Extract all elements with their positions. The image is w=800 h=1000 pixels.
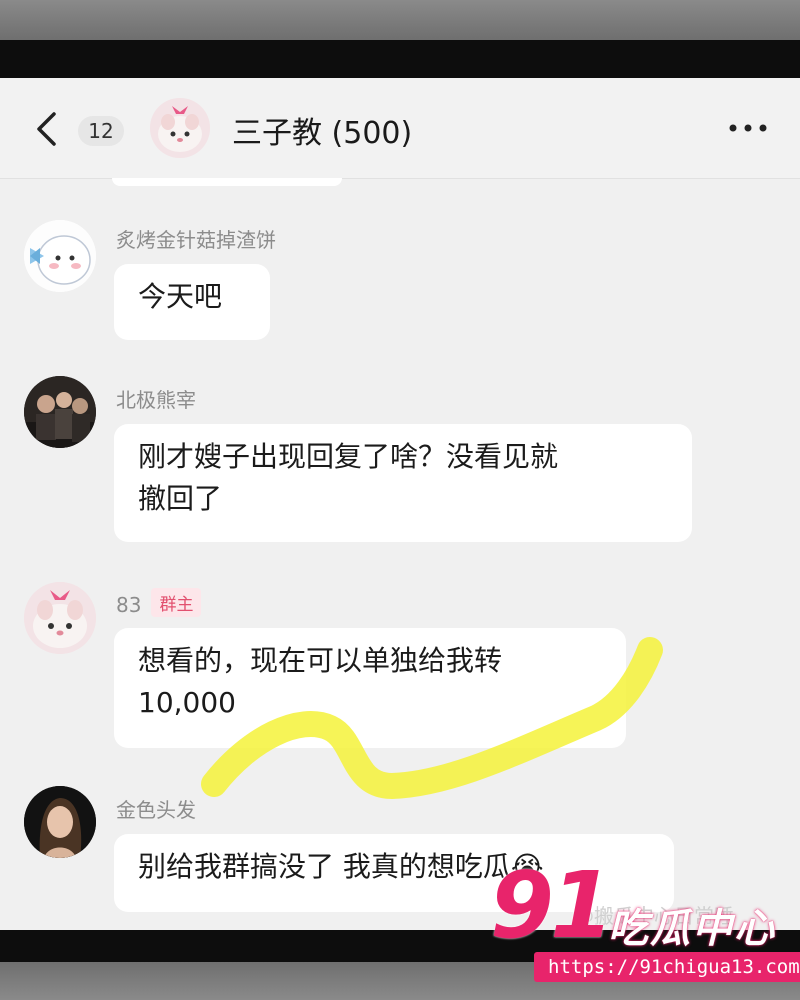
message-bubble[interactable]: 想看的，现在可以单独给我转 10,000 (114, 628, 626, 748)
avatar[interactable] (24, 582, 96, 654)
avatar[interactable] (24, 786, 96, 858)
unread-count-badge: 12 (78, 116, 124, 146)
group-owner-badge: 群主 (151, 588, 202, 617)
back-button[interactable] (30, 110, 64, 148)
message-bubble[interactable]: 今天吧 (114, 264, 270, 340)
chevron-left-icon (37, 112, 56, 146)
watermark-url: https://91chigua13.com (534, 952, 800, 982)
message-text: 今天吧 (138, 280, 223, 313)
group-avatar[interactable] (150, 98, 210, 158)
chat-title: 三子教 (500) (232, 116, 413, 151)
message-bubble[interactable]: 刚才嫂子出现回复了啥？没看见就 撤回了 (114, 424, 692, 542)
more-button[interactable] (724, 114, 772, 142)
message-text: 想看的，现在可以单独给我转 (138, 644, 503, 677)
watermark-title: 吃瓜中心 (608, 906, 776, 952)
chat-header: 12 三子教 (500) (0, 78, 800, 179)
avatar[interactable] (24, 220, 96, 292)
sender-name: 北极熊宰 (116, 388, 196, 412)
message-text: 10,000 (138, 686, 236, 719)
sender-name: 金色头发 (116, 798, 196, 822)
site-watermark: 91 吃瓜中心 https://91chigua13.com (478, 856, 800, 986)
status-bar-black (0, 40, 800, 78)
message-text: 刚才嫂子出现回复了啥？没看见就 (138, 440, 559, 473)
sender-name: 83 群主 (116, 588, 202, 617)
chat-screen: 12 三子教 (500) 炙烤金针菇掉渣饼 今天吧 北极熊宰 刚才嫂子出现回复了… (0, 78, 800, 930)
avatar[interactable] (24, 376, 96, 448)
more-dots-icon (729, 124, 767, 132)
sender-name: 炙烤金针菇掉渣饼 (116, 228, 276, 252)
photo-frame-top (0, 0, 800, 40)
watermark-number: 91 (490, 852, 614, 959)
sender-name-text: 83 (116, 593, 142, 617)
previous-message-bubble-edge (112, 178, 342, 186)
message-text: 撤回了 (138, 482, 223, 515)
